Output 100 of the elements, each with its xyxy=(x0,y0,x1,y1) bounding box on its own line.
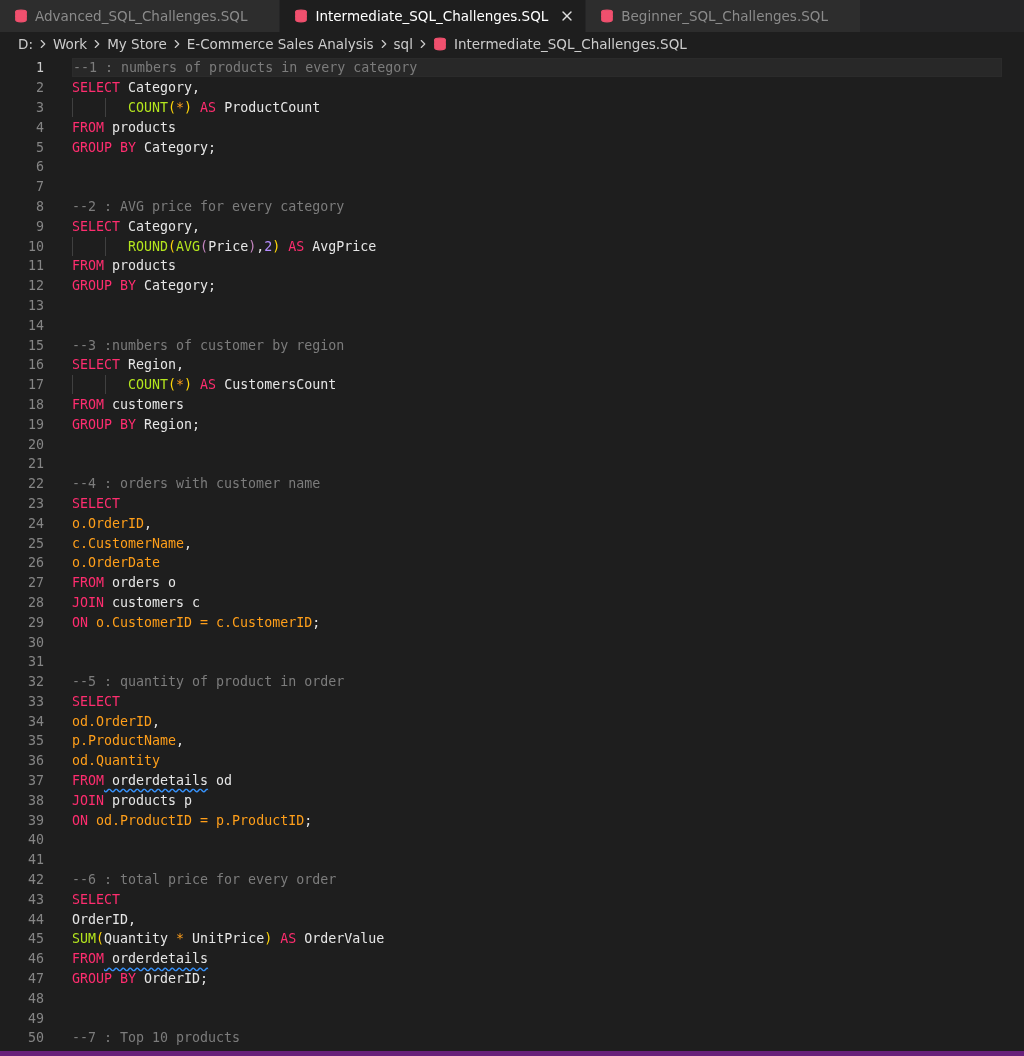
code-line: FROM orders o xyxy=(72,574,177,593)
editor-tab[interactable]: Intermediate_SQL_Challenges.SQL xyxy=(280,0,587,32)
line-number: 8 xyxy=(35,198,44,214)
line-number: 47 xyxy=(27,971,44,987)
line-number: 29 xyxy=(27,614,44,630)
code-line: FROM products xyxy=(72,257,177,276)
code-line: JOIN products p xyxy=(72,791,193,810)
line-number: 45 xyxy=(27,931,44,947)
code-line: o.OrderDate xyxy=(72,554,161,573)
code-line: --5 : quantity of product in order xyxy=(72,673,345,692)
line-number: 46 xyxy=(27,951,44,967)
line-number: 50 xyxy=(27,1030,44,1046)
code-line: OrderID, xyxy=(72,910,137,929)
line-number: 31 xyxy=(27,654,44,670)
line-number: 1 xyxy=(35,60,44,76)
line-number: 34 xyxy=(27,713,44,729)
code-line: JOIN customers c xyxy=(72,593,201,612)
code-line: FROM orderdetails od xyxy=(72,772,233,791)
code-line: GROUP BY OrderID; xyxy=(72,970,209,989)
line-number: 38 xyxy=(27,792,44,808)
code-line: GROUP BY Region; xyxy=(72,415,201,434)
code-line: SELECT Category, xyxy=(72,79,201,98)
code-line: od.OrderID, xyxy=(72,712,161,731)
line-number: 15 xyxy=(27,337,44,353)
code-line: SELECT Region, xyxy=(72,356,185,375)
editor-tab[interactable]: Beginner_SQL_Challenges.SQL xyxy=(586,0,861,32)
database-icon xyxy=(432,37,447,51)
code-line: SELECT Category, xyxy=(72,217,201,236)
code-line: ON o.CustomerID = c.CustomerID; xyxy=(72,613,321,632)
breadcrumb-item[interactable]: Work xyxy=(52,36,88,52)
code-line: FROM customers xyxy=(72,395,185,414)
line-number: 49 xyxy=(27,1010,44,1026)
code-line: COUNT(*) AS CustomersCount xyxy=(72,375,337,395)
line-number: 13 xyxy=(27,297,44,313)
code-line: c.CustomerName, xyxy=(72,534,193,553)
line-number: 9 xyxy=(35,218,44,234)
line-number: 27 xyxy=(27,575,44,591)
code-line: --6 : total price for every order xyxy=(72,871,337,890)
code-line: FROM products xyxy=(72,118,177,137)
code-line: SELECT xyxy=(72,494,121,513)
line-number: 5 xyxy=(35,139,44,155)
code-line: --7 : Top 10 products xyxy=(72,1029,241,1048)
line-number: 33 xyxy=(27,693,44,709)
database-icon xyxy=(600,9,615,23)
code-line: --4 : orders with customer name xyxy=(72,475,321,494)
code-line: FROM orderdetails xyxy=(72,950,209,969)
line-number: 11 xyxy=(27,258,44,274)
line-number: 36 xyxy=(27,753,44,769)
line-number: 10 xyxy=(27,238,44,254)
line-number: 41 xyxy=(27,852,44,868)
line-number: 21 xyxy=(27,456,44,472)
line-number: 6 xyxy=(35,159,44,175)
line-number: 39 xyxy=(27,812,44,828)
breadcrumb-item[interactable]: My Store xyxy=(107,36,167,52)
line-number: 7 xyxy=(35,179,44,195)
code-line: o.OrderID, xyxy=(72,514,153,533)
line-number: 35 xyxy=(27,733,44,749)
code-line: p.ProductName, xyxy=(72,732,185,751)
line-number: 20 xyxy=(27,436,44,452)
code-line: od.Quantity xyxy=(72,752,161,771)
line-number: 2 xyxy=(35,80,44,96)
line-number: 48 xyxy=(27,990,44,1006)
breadcrumb-item[interactable]: E-Commerce Sales Analysis xyxy=(186,36,374,52)
line-number: 16 xyxy=(27,357,44,373)
line-number: 37 xyxy=(27,773,44,789)
line-number: 30 xyxy=(27,634,44,650)
line-number: 25 xyxy=(27,535,44,551)
line-number: 19 xyxy=(27,416,44,432)
line-number: 12 xyxy=(27,278,44,294)
code-line: --3 :numbers of customer by region xyxy=(72,336,345,355)
line-number: 23 xyxy=(27,495,44,511)
line-number: 40 xyxy=(27,832,44,848)
code-line: ROUND(AVG(Price),2) AS AvgPrice xyxy=(72,236,377,256)
line-number: 22 xyxy=(27,476,44,492)
breadcrumb-item[interactable]: D: xyxy=(18,36,33,52)
database-icon xyxy=(14,9,28,23)
line-number: 3 xyxy=(35,100,44,115)
line-number: 18 xyxy=(27,396,44,412)
line-number: 24 xyxy=(27,515,44,531)
code-line: SELECT xyxy=(72,692,121,711)
line-number: 44 xyxy=(27,911,44,927)
database-icon xyxy=(294,9,309,23)
code-line: --2 : AVG price for every category xyxy=(72,197,345,216)
line-number: 43 xyxy=(27,891,44,907)
code-line: GROUP BY Category; xyxy=(72,138,217,157)
code-line: GROUP BY Category; xyxy=(72,277,217,296)
line-number: 32 xyxy=(27,674,44,690)
line-number: 28 xyxy=(27,594,44,610)
breadcrumb-item[interactable]: sql xyxy=(393,36,413,52)
line-number: 4 xyxy=(35,119,44,135)
line-number: 26 xyxy=(27,555,44,571)
breadcrumb-item[interactable]: Intermediate_SQL_Challenges.SQL xyxy=(453,36,687,52)
code-line: COUNT(*) AS ProductCount xyxy=(72,98,321,117)
code-line: ON od.ProductID = p.ProductID; xyxy=(72,811,313,830)
line-number: 17 xyxy=(27,377,44,393)
editor-tab[interactable]: Advanced_SQL_Challenges.SQL xyxy=(0,0,281,32)
code-line: SUM(Quantity * UnitPrice) AS OrderValue xyxy=(72,930,385,949)
line-number: 14 xyxy=(27,317,44,333)
line-number: 42 xyxy=(27,872,44,888)
code-line: SELECT xyxy=(72,890,121,909)
